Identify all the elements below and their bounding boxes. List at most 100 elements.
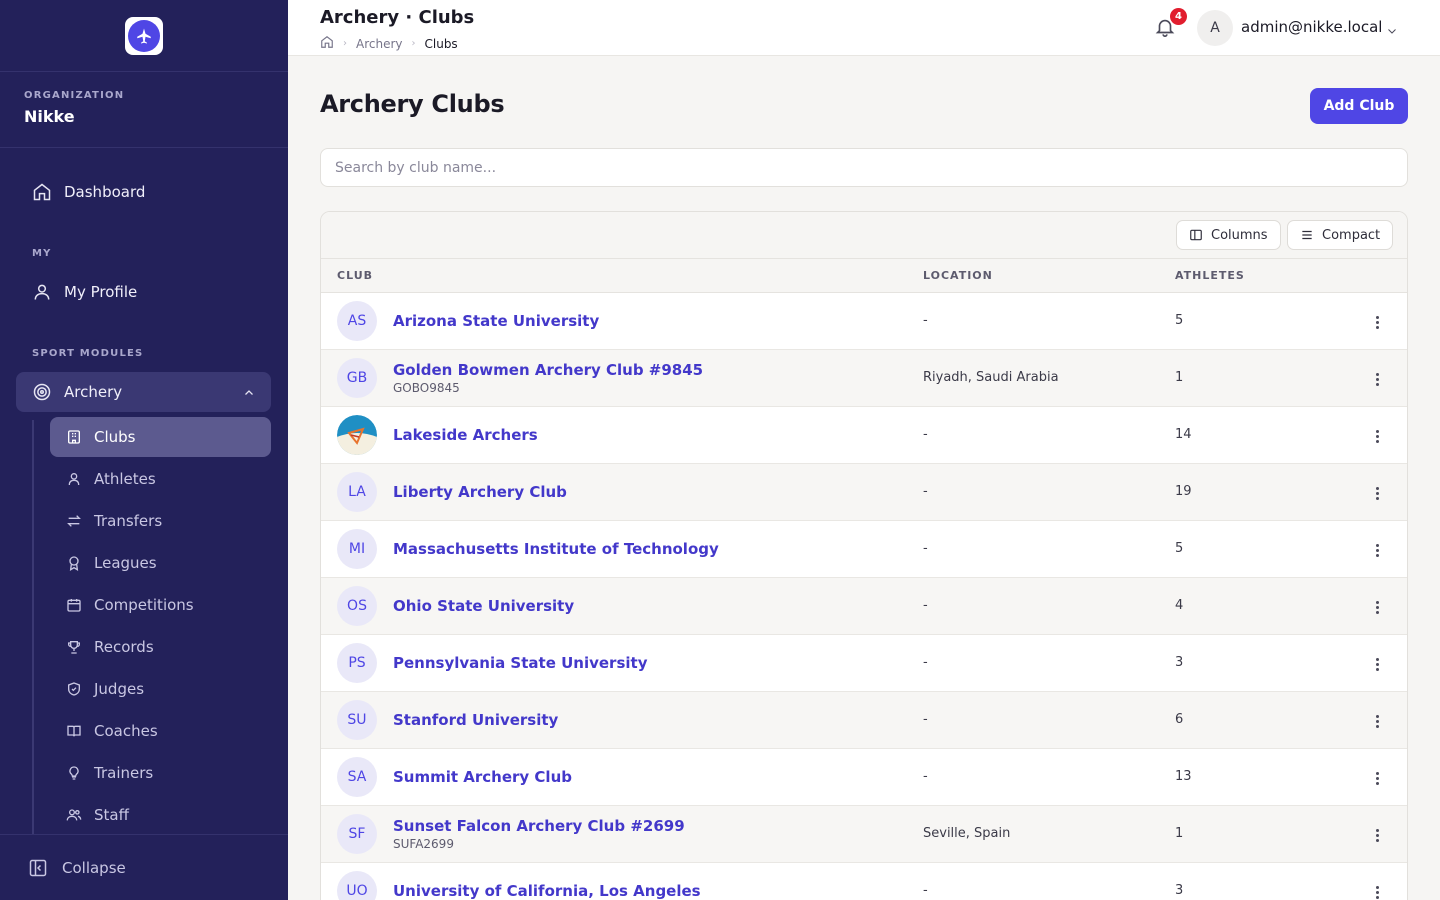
sidebar-item-label: Trainers <box>94 764 154 782</box>
breadcrumb-separator: › <box>343 38 347 49</box>
compact-button[interactable]: Compact <box>1287 220 1394 250</box>
sidebar-item-records[interactable]: Records <box>50 628 271 666</box>
column-header-club[interactable]: CLUB <box>337 269 373 282</box>
chevron-down-icon[interactable] <box>1386 22 1398 41</box>
table-row[interactable]: SF Sunset Falcon Archery Club #2699 SUFA… <box>321 806 1407 863</box>
row-menu-icon[interactable] <box>1367 768 1387 788</box>
table-row[interactable]: PS Pennsylvania State University - 3 <box>321 635 1407 692</box>
table-row[interactable]: LA Liberty Archery Club - 19 <box>321 464 1407 521</box>
lightbulb-icon <box>66 765 82 781</box>
user-email[interactable]: admin@nikke.local <box>1241 18 1382 36</box>
nav-my-profile[interactable]: My Profile <box>16 272 271 312</box>
club-location: - <box>923 769 928 784</box>
columns-button[interactable]: Columns <box>1176 220 1281 250</box>
home-icon <box>32 182 52 202</box>
sidebar: ORGANIZATION Nikke Dashboard MY My Profi… <box>0 0 288 900</box>
row-menu-icon[interactable] <box>1367 654 1387 674</box>
club-avatar: SF <box>337 814 377 854</box>
club-avatar: UO <box>337 871 377 900</box>
sidebar-collapse-icon <box>28 858 48 878</box>
club-athletes-count: 3 <box>1175 883 1184 898</box>
club-location: - <box>923 712 928 727</box>
chevron-up-icon <box>243 385 255 403</box>
row-menu-icon[interactable] <box>1367 483 1387 503</box>
breadcrumb: › Archery › Clubs <box>320 35 458 52</box>
sidebar-item-athletes[interactable]: Athletes <box>50 460 271 498</box>
list-icon <box>1300 228 1314 242</box>
row-menu-icon[interactable] <box>1367 369 1387 389</box>
user-icon <box>66 471 82 487</box>
column-header-location[interactable]: LOCATION <box>923 269 993 282</box>
club-name-link[interactable]: Stanford University <box>393 711 558 729</box>
avatar[interactable]: A <box>1197 10 1233 46</box>
table-header: CLUB LOCATION ATHLETES <box>321 259 1407 293</box>
collapse-button[interactable]: Collapse <box>0 834 288 900</box>
nav-archery[interactable]: Archery <box>16 372 271 412</box>
row-menu-icon[interactable] <box>1367 312 1387 332</box>
sidebar-item-leagues[interactable]: Leagues <box>50 544 271 582</box>
sidebar-item-clubs[interactable]: Clubs <box>50 417 271 457</box>
club-location: - <box>923 427 928 442</box>
logo-area <box>0 0 288 72</box>
column-header-athletes[interactable]: ATHLETES <box>1175 269 1245 282</box>
table-row[interactable]: SA Summit Archery Club - 13 <box>321 749 1407 806</box>
columns-label: Columns <box>1211 227 1268 243</box>
table-row[interactable]: AS Arizona State University - 5 <box>321 293 1407 350</box>
club-code: GOBO9845 <box>393 381 460 395</box>
nav-dashboard[interactable]: Dashboard <box>16 172 271 212</box>
sidebar-item-judges[interactable]: Judges <box>50 670 271 708</box>
club-name-link[interactable]: Arizona State University <box>393 312 599 330</box>
row-menu-icon[interactable] <box>1367 882 1387 900</box>
club-name-link[interactable]: Ohio State University <box>393 597 574 615</box>
shield-icon <box>66 681 82 697</box>
building-icon <box>66 429 82 445</box>
user-icon <box>32 282 52 302</box>
add-club-button[interactable]: Add Club <box>1310 88 1408 124</box>
club-name-link[interactable]: Lakeside Archers <box>393 426 538 444</box>
table-row[interactable]: UO University of California, Los Angeles… <box>321 863 1407 900</box>
breadcrumb-archery[interactable]: Archery <box>356 37 403 51</box>
row-menu-icon[interactable] <box>1367 426 1387 446</box>
table-row[interactable]: GB Golden Bowmen Archery Club #9845 GOBO… <box>321 350 1407 407</box>
table-row[interactable]: OS Ohio State University - 4 <box>321 578 1407 635</box>
sidebar-item-coaches[interactable]: Coaches <box>50 712 271 750</box>
row-menu-icon[interactable] <box>1367 540 1387 560</box>
sidebar-item-competitions[interactable]: Competitions <box>50 586 271 624</box>
notification-badge: 4 <box>1170 8 1187 25</box>
club-name-link[interactable]: Summit Archery Club <box>393 768 572 786</box>
table-row[interactable]: SU Stanford University - 6 <box>321 692 1407 749</box>
club-name-link[interactable]: Massachusetts Institute of Technology <box>393 540 719 558</box>
club-location: Seville, Spain <box>923 826 1011 841</box>
club-name-link[interactable]: Liberty Archery Club <box>393 483 567 501</box>
columns-icon <box>1189 228 1203 242</box>
table-toolbar: Columns Compact <box>321 212 1407 259</box>
sidebar-item-trainers[interactable]: Trainers <box>50 754 271 792</box>
club-athletes-count: 4 <box>1175 598 1184 613</box>
club-name-link[interactable]: University of California, Los Angeles <box>393 882 701 900</box>
club-name-link[interactable]: Pennsylvania State University <box>393 654 647 672</box>
club-name-link[interactable]: Sunset Falcon Archery Club #2699 <box>393 817 685 835</box>
table-row[interactable]: MI Massachusetts Institute of Technology… <box>321 521 1407 578</box>
club-location: - <box>923 883 928 898</box>
row-menu-icon[interactable] <box>1367 597 1387 617</box>
trophy-icon <box>66 639 82 655</box>
row-menu-icon[interactable] <box>1367 825 1387 845</box>
nav-my-profile-label: My Profile <box>64 283 138 301</box>
sidebar-item-staff[interactable]: Staff <box>50 796 271 834</box>
page-header-title: Archery · Clubs <box>320 7 475 28</box>
clubs-table: Columns Compact CLUB LOCATION ATHLETES A… <box>320 211 1408 900</box>
home-icon[interactable] <box>320 35 334 52</box>
row-menu-icon[interactable] <box>1367 711 1387 731</box>
medal-icon <box>66 555 82 571</box>
sidebar-item-transfers[interactable]: Transfers <box>50 502 271 540</box>
target-icon <box>32 382 52 402</box>
club-athletes-count: 3 <box>1175 655 1184 670</box>
club-avatar: SA <box>337 757 377 797</box>
club-name-link[interactable]: Golden Bowmen Archery Club #9845 <box>393 361 703 379</box>
club-location: - <box>923 313 928 328</box>
table-row[interactable]: Lakeside Archers - 14 <box>321 407 1407 464</box>
search-input[interactable] <box>320 148 1408 187</box>
app-logo[interactable] <box>125 16 163 55</box>
club-athletes-count: 14 <box>1175 427 1192 442</box>
club-athletes-count: 6 <box>1175 712 1184 727</box>
